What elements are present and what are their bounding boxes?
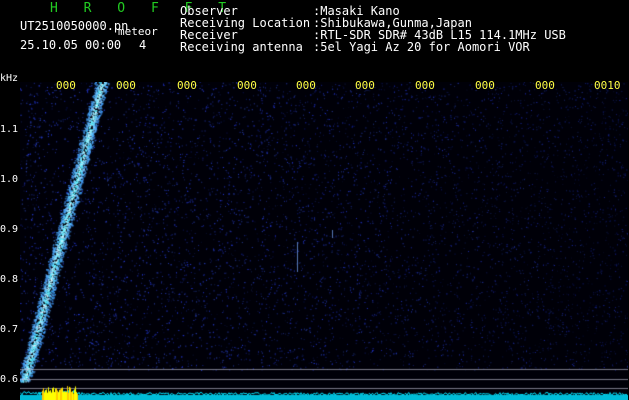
y-tick-0-6: 0.6: [0, 374, 19, 385]
time-tick-8: 000: [475, 79, 495, 92]
y-tick-1-1: 1.1: [0, 124, 19, 135]
spectrogram-display: [20, 82, 628, 400]
y-tick-0-7: 0.7: [0, 324, 19, 335]
time-tick-10: 0010: [594, 79, 621, 92]
y-tick-0-8: 0.8: [0, 274, 19, 285]
time-tick-1: 000: [56, 79, 76, 92]
time-tick-6: 000: [355, 79, 375, 92]
y-axis-unit: kHz: [0, 73, 19, 84]
antenna-value: :5el Yagi Az 20 for Aomori VOR: [313, 40, 530, 54]
y-tick-1-0: 1.0: [0, 174, 19, 185]
time-tick-5: 000: [296, 79, 316, 92]
time-tick-3: 000: [177, 79, 197, 92]
antenna-label: Receiving antenna: [180, 40, 303, 54]
file-name: UT2510050000.pn: [20, 19, 129, 33]
mode-label: meteor: [118, 25, 158, 38]
y-tick-0-9: 0.9: [0, 224, 19, 235]
echo-count: 4: [139, 38, 147, 52]
time-tick-4: 000: [237, 79, 257, 92]
timestamp: 25.10.05 00:00: [20, 38, 122, 52]
time-tick-9: 000: [535, 79, 555, 92]
time-tick-2: 000: [116, 79, 136, 92]
time-tick-7: 000: [415, 79, 435, 92]
